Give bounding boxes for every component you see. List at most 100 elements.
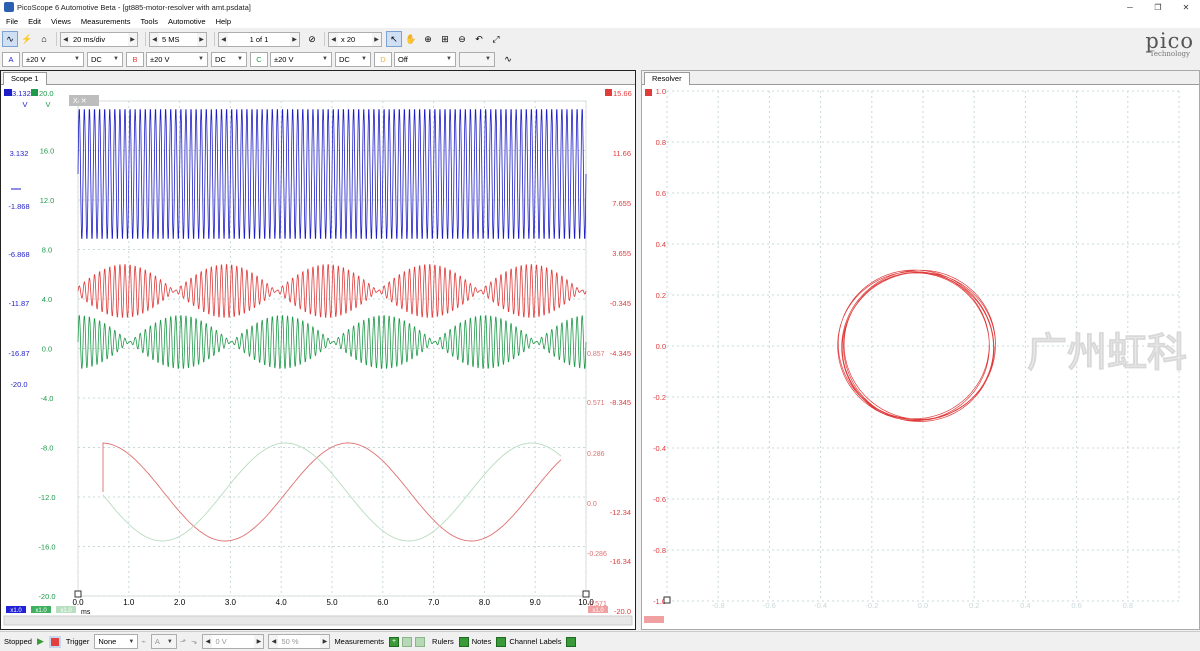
start-icon[interactable]: ▶ bbox=[37, 636, 44, 647]
timebase-next-icon[interactable]: ▶ bbox=[128, 32, 137, 46]
watermark-text: 广州虹科 bbox=[1027, 331, 1187, 375]
x-axis-start-handle[interactable] bbox=[74, 590, 82, 598]
resolver-origin-handle[interactable] bbox=[663, 596, 671, 604]
pretrig-prev-icon[interactable]: ◀ bbox=[269, 635, 279, 648]
timebase-prev-icon[interactable]: ◀ bbox=[61, 32, 70, 46]
notes-icon[interactable] bbox=[496, 636, 507, 647]
capture-navigator[interactable]: ◀ 1 of 1 ▶ bbox=[218, 31, 300, 47]
main-toolbar: ∿ ⚡ ⌂ ◀ 20 ms/div ▶ ◀ 5 MS ▶ ◀ 1 of 1 ▶ … bbox=[0, 29, 1200, 49]
home-icon[interactable]: ⌂ bbox=[36, 31, 52, 47]
notes-label: Notes bbox=[471, 637, 492, 646]
trigger-mode-select[interactable]: None ▼ bbox=[94, 634, 139, 649]
channel-a-range-select[interactable]: ±20 V ▼ bbox=[22, 51, 84, 67]
math-axis-label: 0.857 bbox=[587, 351, 605, 358]
channel-b-axis-marker[interactable] bbox=[605, 89, 612, 96]
timebase-value[interactable]: 20 ms/div bbox=[70, 35, 128, 44]
auto-setup-icon[interactable]: ⚡ bbox=[19, 31, 35, 47]
resolver-xy-plot[interactable]: 1.00.80.60.40.20.0-0.2-0.4-0.6-0.8-1.0 -0… bbox=[642, 86, 1199, 630]
channel-c-coupling-select[interactable]: DC ▼ bbox=[335, 51, 371, 67]
pretrigger-control[interactable]: ◀ 50 % ▶ bbox=[268, 634, 331, 649]
menu-bar: File Edit Views Measurements Tools Automotive… bbox=[0, 14, 1200, 28]
channel-d-button[interactable]: D bbox=[374, 51, 392, 67]
x-axis-end-handle[interactable] bbox=[582, 590, 590, 598]
advanced-trigger-icon[interactable]: ⌁ bbox=[141, 637, 146, 646]
range-value: ±20 V bbox=[150, 54, 170, 64]
zoom-region-icon[interactable]: ⊞ bbox=[437, 31, 453, 47]
horizontal-scrollbar[interactable] bbox=[3, 615, 633, 626]
zoom-next-icon[interactable]: ▶ bbox=[372, 32, 381, 46]
time-tick-label: 10.0 bbox=[578, 598, 594, 607]
menu-item-automotive[interactable]: Automotive bbox=[168, 17, 206, 26]
samples-next-icon[interactable]: ▶ bbox=[197, 32, 206, 46]
channel-c-axis-marker[interactable] bbox=[31, 89, 38, 96]
scope-mode-icon[interactable]: ∿ bbox=[2, 31, 18, 47]
channel-d-range-select[interactable]: Off ▼ bbox=[394, 51, 456, 67]
undo-zoom-icon[interactable]: ↶ bbox=[471, 31, 487, 47]
level-prev-icon[interactable]: ◀ bbox=[203, 635, 213, 648]
tab-resolver[interactable]: Resolver bbox=[644, 72, 690, 85]
channel-labels-icon[interactable] bbox=[566, 636, 577, 647]
ruler-handle[interactable]: Xₗ ✕ bbox=[69, 95, 99, 106]
channel-a-coupling-select[interactable]: DC ▼ bbox=[87, 51, 123, 67]
timebase-control[interactable]: ◀ 20 ms/div ▶ bbox=[60, 31, 138, 47]
capture-prev-icon[interactable]: ◀ bbox=[219, 32, 228, 46]
hand-icon[interactable]: ✋ bbox=[403, 31, 419, 47]
samples-prev-icon[interactable]: ◀ bbox=[150, 32, 159, 46]
zoom-value[interactable]: x 20 bbox=[338, 35, 372, 44]
capture-next-icon[interactable]: ▶ bbox=[290, 32, 299, 46]
menu-item-views[interactable]: Views bbox=[51, 17, 71, 26]
math-channel-icon[interactable]: ∿ bbox=[500, 51, 516, 67]
resolver-scale-tag[interactable] bbox=[644, 616, 664, 623]
channel-c-range-select[interactable]: ±20 V ▼ bbox=[270, 51, 332, 67]
channel-d-coupling-select[interactable]: ▼ bbox=[459, 51, 495, 67]
zoom-out-icon[interactable]: ⊖ bbox=[454, 31, 470, 47]
channel-a-button[interactable]: A bbox=[2, 51, 20, 67]
samples-control[interactable]: ◀ 5 MS ▶ bbox=[149, 31, 207, 47]
add-measurement-icon[interactable]: + bbox=[389, 636, 400, 647]
rising-edge-icon[interactable]: ⬏ bbox=[180, 637, 186, 646]
samples-value[interactable]: 5 MS bbox=[159, 35, 197, 44]
menu-item-help[interactable]: Help bbox=[216, 17, 231, 26]
minimize-icon[interactable]: ─ bbox=[1116, 0, 1144, 14]
menu-item-tools[interactable]: Tools bbox=[141, 17, 159, 26]
restore-icon[interactable]: ❐ bbox=[1144, 0, 1172, 14]
channel-c-button[interactable]: C bbox=[250, 51, 268, 67]
zoom-prev-icon[interactable]: ◀ bbox=[329, 32, 338, 46]
stop-icon[interactable] bbox=[48, 635, 61, 648]
falling-edge-icon[interactable]: ⬎ bbox=[191, 637, 197, 646]
rulers-icon[interactable] bbox=[458, 636, 469, 647]
trigger-level-control[interactable]: ◀ 0 V ▶ bbox=[202, 634, 265, 649]
pretrig-next-icon[interactable]: ▶ bbox=[320, 635, 330, 648]
resolver-x-tick-label: -0.8 bbox=[712, 601, 725, 610]
time-tick-label: 6.0 bbox=[377, 598, 389, 607]
close-icon[interactable]: ✕ bbox=[1172, 0, 1200, 14]
channel-c-tick-label: 0.0 bbox=[42, 345, 52, 354]
chevron-down-icon: ▼ bbox=[113, 56, 119, 62]
zoom-fit-icon[interactable]: ⤢ bbox=[488, 31, 504, 47]
history-icon[interactable]: ⊘ bbox=[304, 31, 320, 47]
channel-scale-tag-text: x1.0 bbox=[35, 608, 47, 614]
channel-b-tick-label: -4.345 bbox=[610, 349, 631, 358]
scope-plot[interactable]: 3.132 20.0 V V 3.132 -1.868 -6.868 -11.87 -16.87… bbox=[1, 86, 635, 630]
chevron-down-icon: ▼ bbox=[74, 56, 80, 62]
menu-item-file[interactable]: File bbox=[6, 17, 18, 26]
delete-measurement-icon[interactable] bbox=[415, 636, 426, 647]
trigger-channel-value: A bbox=[154, 637, 160, 646]
time-axis-unit: ms bbox=[81, 609, 91, 616]
channel-a-axis-marker[interactable] bbox=[4, 89, 12, 96]
zoom-in-icon[interactable]: ⊕ bbox=[420, 31, 436, 47]
level-next-icon[interactable]: ▶ bbox=[254, 635, 264, 648]
menu-item-edit[interactable]: Edit bbox=[28, 17, 41, 26]
channel-b-tick-label: -12.34 bbox=[610, 508, 631, 517]
zoom-control[interactable]: ◀ x 20 ▶ bbox=[328, 31, 382, 47]
channel-b-range-select[interactable]: ±20 V ▼ bbox=[146, 51, 208, 67]
channel-b-coupling-select[interactable]: DC ▼ bbox=[211, 51, 247, 67]
resolver-axis-marker[interactable] bbox=[645, 89, 652, 96]
trigger-channel-select[interactable]: A ▼ bbox=[150, 634, 177, 649]
edit-measurement-icon[interactable] bbox=[402, 636, 413, 647]
channel-b-button[interactable]: B bbox=[126, 51, 144, 67]
menu-item-measurements[interactable]: Measurements bbox=[81, 17, 131, 26]
pointer-icon[interactable]: ↖ bbox=[386, 31, 402, 47]
tab-scope-1[interactable]: Scope 1 bbox=[3, 72, 47, 85]
resolver-x-tick-label: -0.6 bbox=[763, 601, 776, 610]
